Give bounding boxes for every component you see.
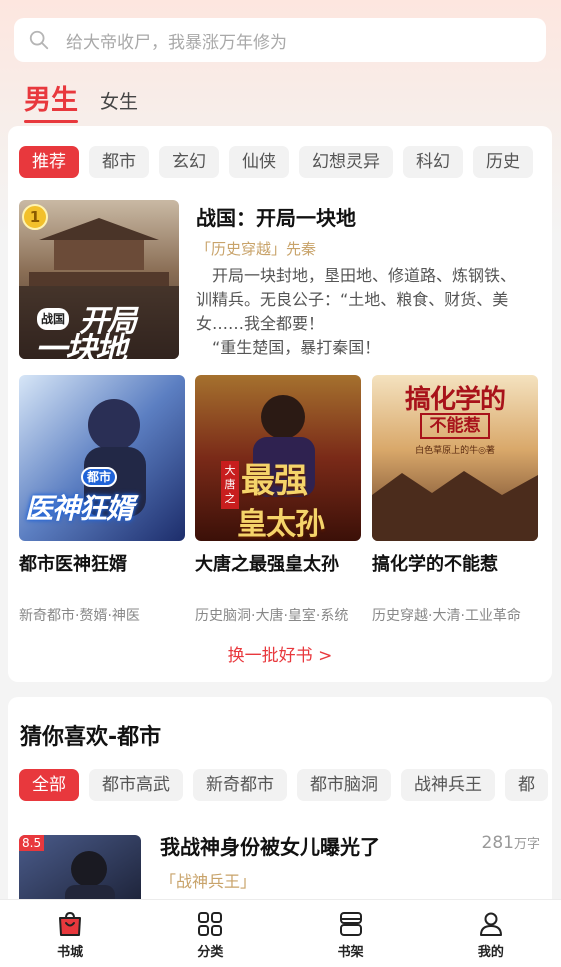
book-cover[interactable]: 大唐之 最强 皇太孙 — [195, 375, 361, 541]
book-title[interactable]: 都市医神狂婿 — [19, 550, 127, 576]
featured-genre: 「历史穿越」 — [196, 240, 287, 258]
book-tag: 「战神兵王」 — [160, 872, 257, 891]
book-title[interactable]: 我战神身份被女儿曝光了 — [160, 831, 380, 860]
cover-title: 医神狂婿 — [25, 492, 134, 525]
cover-badge: 都市 — [81, 467, 117, 487]
cover-subtitle: 皇太孙 — [237, 507, 325, 541]
score-badge: 8.5 — [19, 835, 45, 851]
featured-title[interactable]: 战国：开局一块地 — [196, 202, 356, 231]
book-tags: 新奇都市·赘婿·神医 — [19, 608, 140, 624]
chip-all[interactable]: 全部 — [19, 769, 79, 801]
nav-label: 书架 — [337, 944, 364, 960]
cover-title: 搞化学的 — [404, 385, 506, 415]
word-count-value: 281 — [481, 833, 514, 853]
chip-scifi[interactable]: 科幻 — [403, 146, 463, 178]
desc-line: 训精兵。无良公子：“土地、粮食、财货、美 — [196, 290, 509, 309]
book-title[interactable]: 大唐之最强皇太孙 — [195, 550, 339, 576]
desc-line: 开局一块封地，垦田地、修道路、炼钢铁、 — [212, 266, 517, 285]
cover-subtitle: 不能惹 — [420, 413, 490, 439]
cover-title-line2: 一块地 — [35, 330, 127, 359]
chip-war-god[interactable]: 战神兵王 — [401, 769, 495, 801]
featured-cover[interactable]: 1 战国 开局 一块地 — [19, 200, 179, 359]
tab-male-label: 男生 — [24, 85, 78, 116]
chip-fantasy[interactable]: 玄幻 — [159, 146, 219, 178]
nav-label: 书城 — [57, 944, 84, 960]
chip-supernatural[interactable]: 幻想灵异 — [299, 146, 393, 178]
search-placeholder: 给大帝收尸，我暴涨万年修为 — [66, 32, 287, 53]
chip-city-martial[interactable]: 都市高武 — [89, 769, 183, 801]
recommend-card: 推荐 都市 玄幻 仙侠 幻想灵异 科幻 历史 1 战国 开局 一块地 战国：开局… — [8, 126, 552, 682]
nav-label: 我的 — [477, 944, 504, 960]
rank-badge: 1 — [22, 204, 48, 230]
book-cover[interactable]: 搞化学的 不能惹 白色草原上的牛◎著 — [372, 375, 538, 541]
bottom-nav: 书城 分类 书架 我的 — [0, 899, 561, 967]
chip-city-brainhole[interactable]: 都市脑洞 — [297, 769, 391, 801]
category-icon — [198, 911, 223, 936]
cover-title: 最强 — [241, 461, 308, 501]
book-tags: 历史脑洞·大唐·皇室·系统 — [195, 608, 349, 624]
book-title[interactable]: 搞化学的不能惹 — [372, 550, 498, 576]
section-title: 猜你喜欢-都市 — [20, 725, 162, 750]
chip-recommend[interactable]: 推荐 — [19, 146, 79, 178]
category-chips: 推荐 都市 玄幻 仙侠 幻想灵异 科幻 历史 — [19, 146, 543, 178]
word-count-unit: 万字 — [513, 837, 540, 852]
bookshelf-icon — [339, 911, 362, 936]
tab-underline — [24, 120, 78, 123]
book-tags: 历史穿越·大清·工业革命 — [372, 608, 521, 624]
chip-history[interactable]: 历史 — [473, 146, 533, 178]
featured-description: 开局一块封地，垦田地、修道路、炼钢铁、 训精兵。无良公子：“土地、粮食、财货、美… — [196, 264, 542, 360]
desc-line: “重生楚国，暴打秦国！ — [212, 338, 381, 357]
subcategory-chips: 全部 都市高武 新奇都市 都市脑洞 战神兵王 都 — [19, 769, 552, 801]
tab-female[interactable]: 女生 — [100, 87, 138, 114]
refresh-books-link[interactable]: 换一批好书 > — [8, 641, 552, 666]
chip-city[interactable]: 都市 — [89, 146, 149, 178]
cover-author: 白色草原上的牛◎著 — [415, 446, 495, 456]
featured-era: 先秦 — [286, 240, 317, 258]
search-icon — [29, 30, 49, 50]
search-bar[interactable]: 给大帝收尸，我暴涨万年修为 — [14, 18, 546, 62]
gender-tabs: 男生 女生 — [24, 78, 138, 123]
nav-bookshelf[interactable]: 书架 — [281, 900, 421, 967]
nav-bookstore[interactable]: 书城 — [0, 900, 140, 967]
tab-male[interactable]: 男生 — [24, 78, 78, 123]
nav-label: 分类 — [197, 944, 224, 960]
nav-category[interactable]: 分类 — [140, 900, 280, 967]
nav-profile[interactable]: 我的 — [421, 900, 561, 967]
book-cover[interactable]: 都市 医神狂婿 — [19, 375, 185, 541]
bookstore-icon — [59, 911, 82, 936]
chip-xianxia[interactable]: 仙侠 — [229, 146, 289, 178]
chip-novel-city[interactable]: 新奇都市 — [193, 769, 287, 801]
profile-icon — [479, 912, 502, 936]
chip-more[interactable]: 都 — [505, 769, 548, 801]
featured-tags: 「历史穿越」先秦 — [196, 238, 316, 259]
word-count: 281万字 — [482, 833, 540, 853]
desc-line: 女……我全都要！ — [196, 314, 325, 333]
